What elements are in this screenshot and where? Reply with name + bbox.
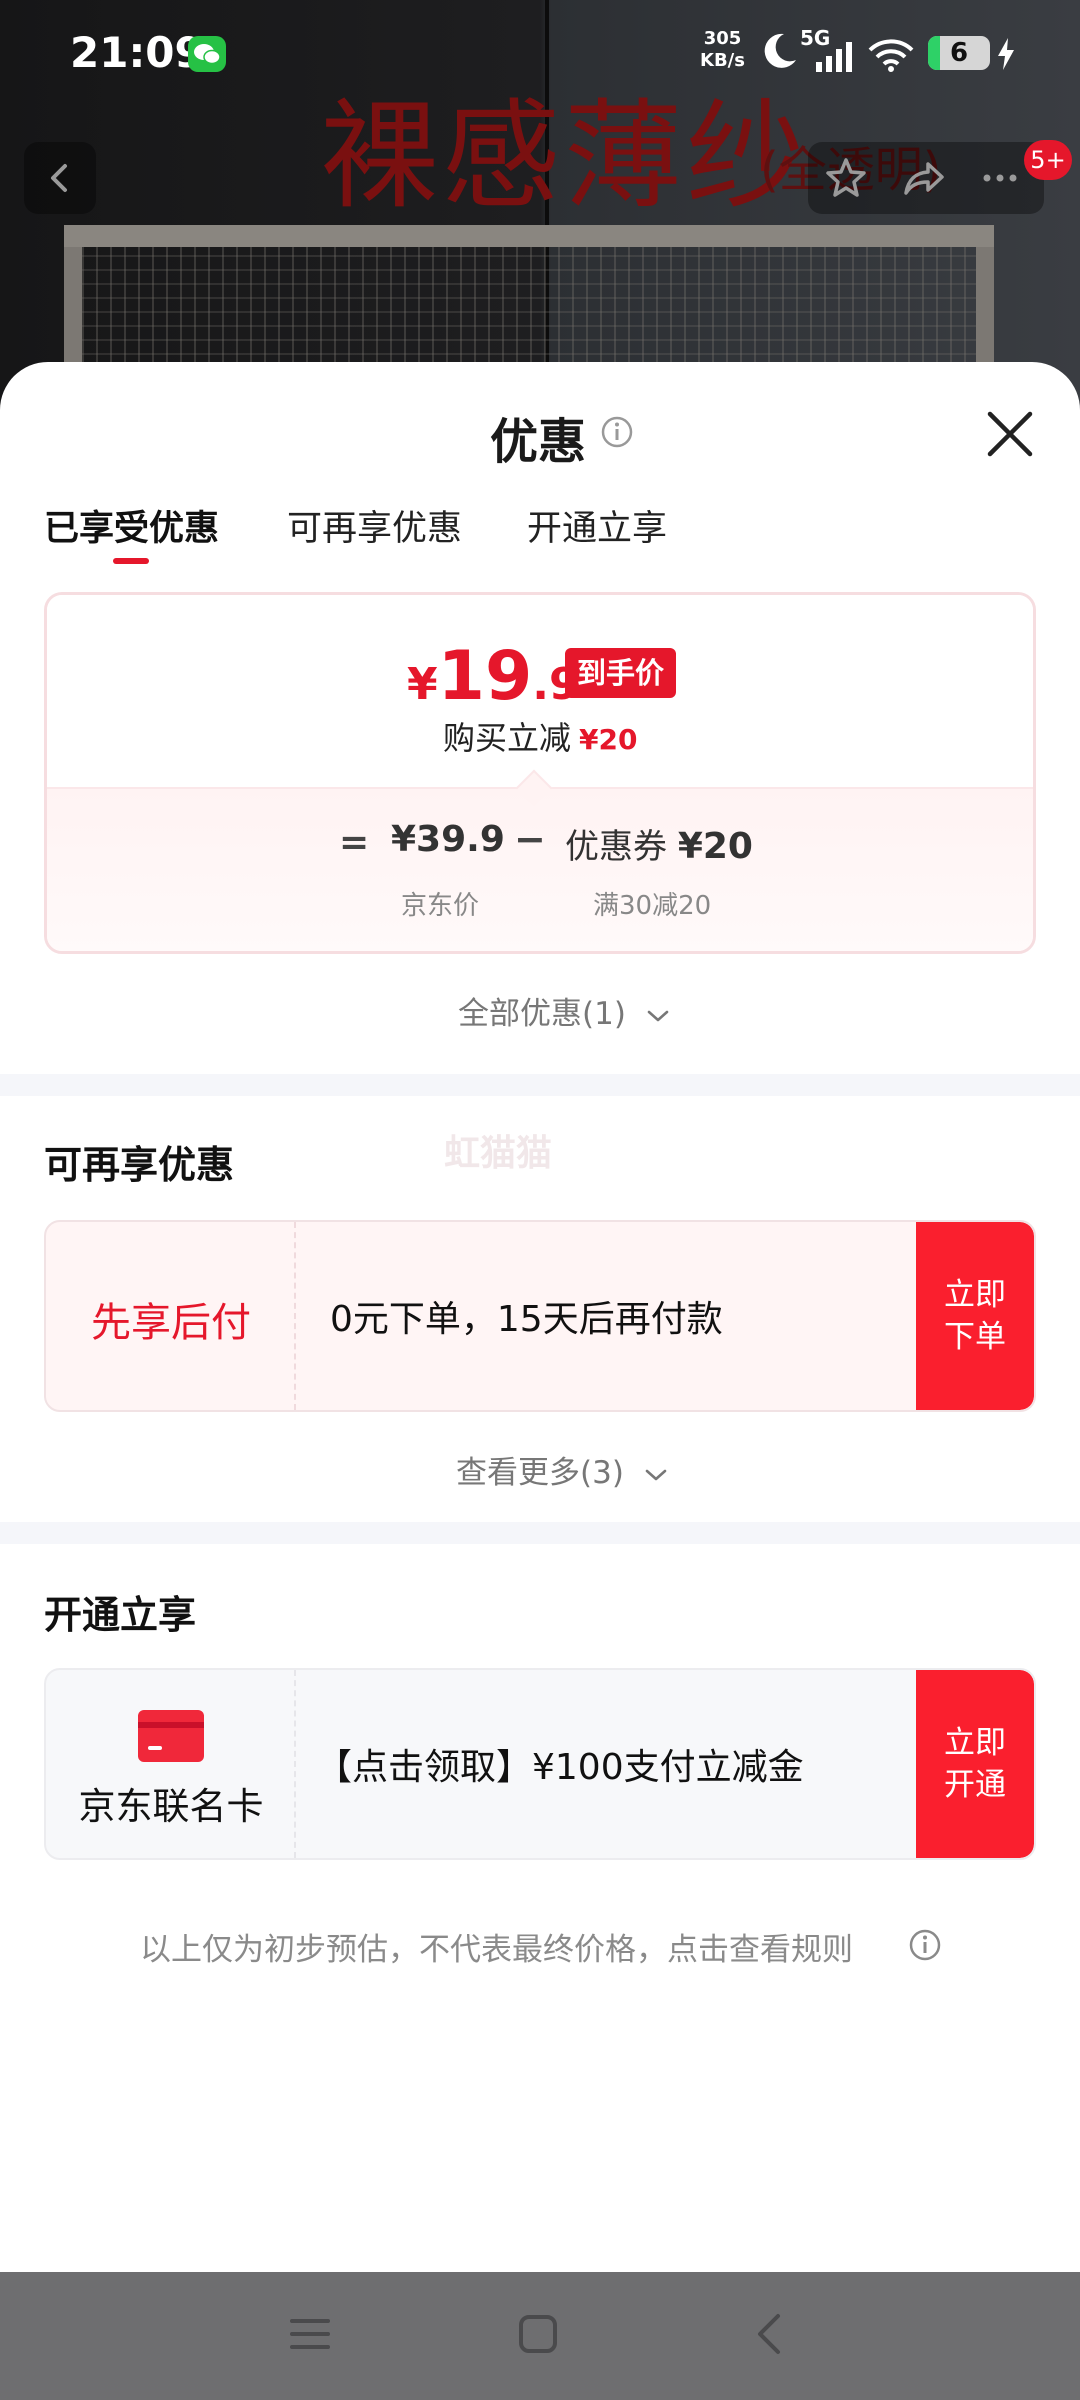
pay-later-label-area: 先享后付	[46, 1222, 296, 1410]
section-divider	[0, 1522, 1080, 1544]
instant-discount: 购买立减 ¥20	[443, 713, 637, 759]
order-now-line2: 下单	[944, 1319, 1006, 1355]
co-branded-card-description: 【点击领取】¥100支付立减金	[316, 1747, 804, 1788]
open-now-button[interactable]: 立即 开通	[916, 1670, 1034, 1858]
pay-later-offer[interactable]: 先享后付 0元下单，15天后再付款 立即 下单	[44, 1220, 1036, 1412]
status-time: 21:09	[70, 28, 204, 77]
share-icon[interactable]	[900, 154, 948, 202]
minus-sign: −	[514, 817, 546, 861]
battery-indicator: 6	[928, 36, 990, 70]
close-icon[interactable]	[982, 406, 1038, 462]
all-offers-link[interactable]: 全部优惠(1)	[458, 988, 670, 1033]
credit-card-icon	[138, 1710, 204, 1762]
top-action-group	[808, 142, 1044, 214]
discount-sheet: 优惠 已享受优惠 可再享优惠 开通立享 ¥19.9 到手价 购买立减 ¥20 = …	[0, 362, 1080, 2272]
signal-icon	[816, 42, 852, 72]
coupon-deduction: 优惠券 ¥20	[565, 819, 753, 868]
pay-later-description: 0元下单，15天后再付款	[330, 1299, 723, 1340]
final-price-tag: 到手价	[565, 648, 677, 698]
home-icon[interactable]	[516, 2312, 560, 2356]
moon-icon	[764, 33, 796, 68]
back-nav-icon[interactable]	[748, 2312, 792, 2356]
price-disclaimer[interactable]: 以上仅为初步预估，不代表最终价格，点击查看规则	[140, 1924, 853, 1969]
all-offers-label: 全部优惠(1)	[458, 996, 626, 1032]
tab-open-enjoy[interactable]: 开通立享	[527, 500, 667, 551]
price-summary: ¥19.9 到手价 购买立减 ¥20	[47, 595, 1033, 787]
offer-tabs: 已享受优惠 可再享优惠 开通立享	[44, 500, 1044, 580]
open-now-line2: 开通	[944, 1767, 1006, 1803]
more-icon[interactable]	[976, 154, 1024, 202]
price-currency: ¥	[407, 659, 438, 710]
pay-later-label: 先享后付	[91, 1300, 251, 1346]
price-breakdown: = ¥39.9 − 优惠券 ¥20 京东价 满30减20	[47, 787, 1033, 951]
open-enjoy-title: 开通立享	[44, 1593, 197, 1637]
order-now-button[interactable]: 立即 下单	[916, 1222, 1034, 1410]
menu-icon[interactable]	[288, 2312, 332, 2356]
open-now-line1: 立即	[944, 1725, 1006, 1761]
instant-discount-amount: ¥20	[579, 723, 638, 756]
wechat-notification-icon	[188, 36, 226, 72]
jd-price-caption: 京东价	[401, 891, 480, 921]
more-offers-title: 可再享优惠	[44, 1143, 235, 1187]
view-more-link[interactable]: 查看更多(3)	[456, 1447, 668, 1492]
status-bar: 21:09 305 KB/s 5G 6	[0, 0, 1080, 110]
co-branded-card-label-area: 京东联名卡	[46, 1670, 296, 1858]
final-price-card: ¥19.9 到手价 购买立减 ¥20 = ¥39.9 − 优惠券 ¥20 京东价 …	[44, 592, 1036, 954]
equals-sign: =	[339, 822, 370, 863]
view-more-label: 查看更多(3)	[456, 1455, 624, 1491]
wifi-icon	[868, 39, 914, 72]
network-speed-value: 305	[703, 28, 742, 49]
battery-level: 6	[949, 38, 969, 68]
active-tab-indicator	[113, 558, 149, 564]
coupon-amount: ¥20	[677, 826, 753, 867]
star-icon[interactable]	[822, 154, 870, 202]
message-badge: 5+	[1024, 140, 1072, 180]
chevron-left-icon	[51, 164, 67, 192]
back-button[interactable]	[24, 142, 96, 214]
chevron-down-icon	[645, 1469, 667, 1480]
jd-price: ¥39.9	[391, 819, 505, 860]
network-speed: 305 KB/s	[700, 28, 745, 72]
system-navigation-bar	[0, 2272, 1080, 2400]
tab-enjoyed[interactable]: 已享受优惠	[44, 500, 219, 551]
watermark-text: 虹猫猫	[444, 1133, 553, 1174]
price-integer: 19	[437, 637, 533, 716]
section-divider	[0, 1074, 1080, 1096]
co-branded-card-label: 京东联名卡	[78, 1785, 264, 1828]
sheet-title: 优惠	[490, 414, 587, 470]
tab-more-offers[interactable]: 可再享优惠	[287, 500, 462, 551]
final-price: ¥19.9	[407, 637, 580, 716]
instant-discount-label: 购买立减	[443, 719, 572, 757]
chevron-down-icon	[647, 1010, 669, 1021]
coupon-label: 优惠券	[565, 827, 667, 867]
info-circle-icon[interactable]	[908, 1928, 942, 1962]
order-now-line1: 立即	[944, 1277, 1006, 1313]
sheet-header: 优惠	[0, 402, 1080, 470]
network-speed-unit: KB/s	[700, 50, 745, 71]
coupon-rule-caption: 满30减20	[593, 891, 712, 921]
charging-icon	[998, 38, 1014, 70]
co-branded-card-offer[interactable]: 京东联名卡 【点击领取】¥100支付立减金 立即 开通	[44, 1668, 1036, 1860]
info-circle-icon[interactable]	[600, 415, 634, 449]
